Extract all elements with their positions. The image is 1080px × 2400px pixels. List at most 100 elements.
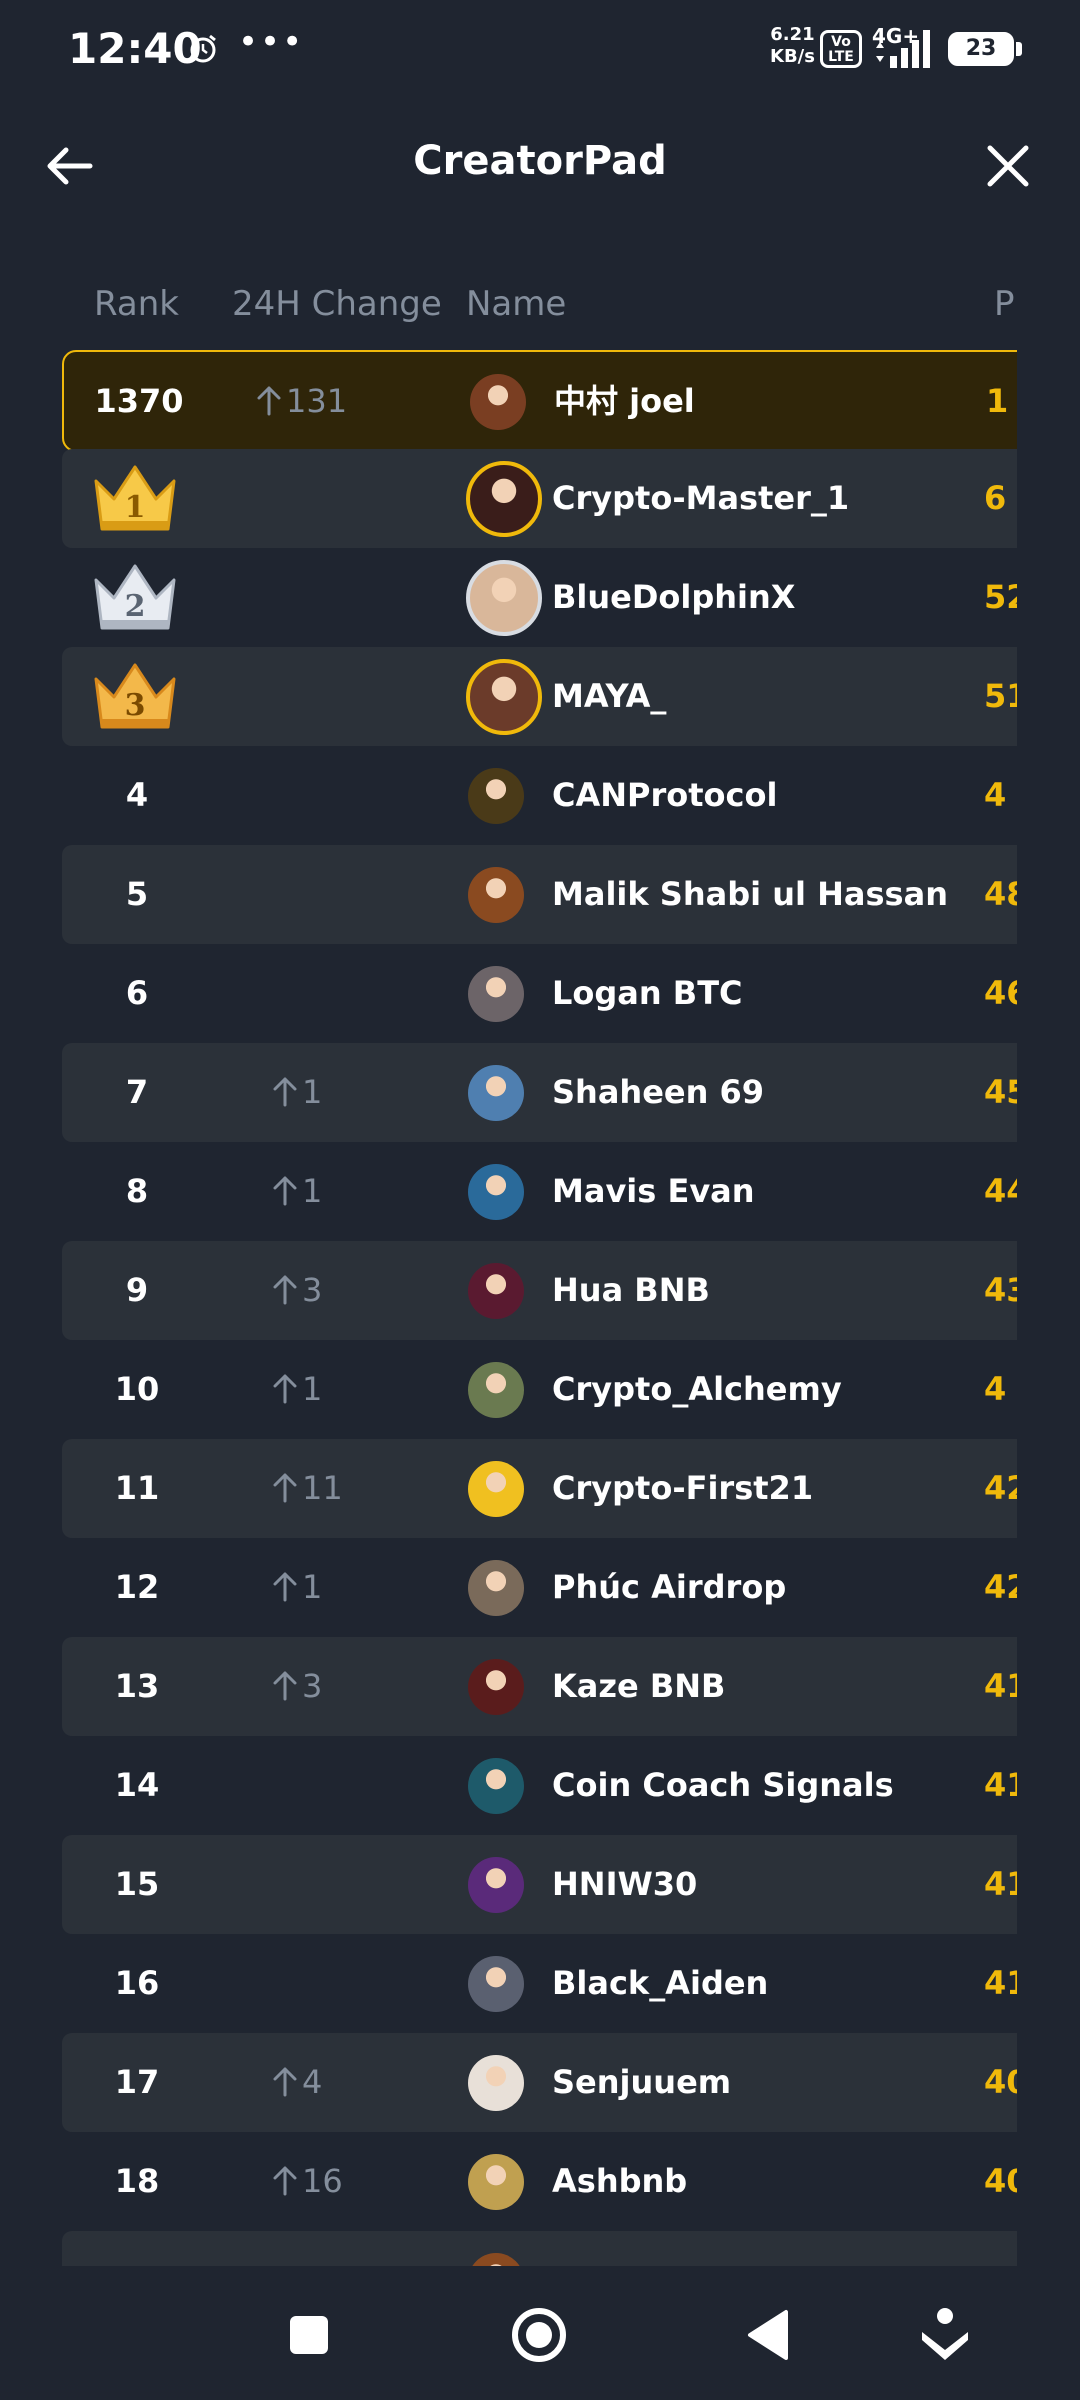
rank-change: 3: [272, 1241, 322, 1340]
rank-number: 12: [114, 1568, 160, 1606]
avatar[interactable]: [466, 461, 542, 537]
avatar[interactable]: [468, 1857, 524, 1913]
arrow-up-icon: [273, 1671, 297, 1701]
creator-name[interactable]: Malik Shabi ul Hassan: [552, 845, 948, 944]
rank-change: 4: [272, 2033, 322, 2132]
accessibility-icon[interactable]: [910, 2300, 980, 2370]
table-row[interactable]: 9 3 Hua BNB 43: [62, 1241, 1017, 1340]
creator-name[interactable]: Crypto-Master_1: [552, 449, 849, 548]
rank-change: 1: [272, 1043, 322, 1142]
rank-change: 3: [272, 1637, 322, 1736]
creator-name[interactable]: Logan BTC: [552, 944, 743, 1043]
battery-icon: 23: [948, 32, 1014, 66]
table-row[interactable]: 8 1 Mavis Evan 44: [62, 1142, 1017, 1241]
avatar[interactable]: [468, 2055, 524, 2111]
points-value: 46: [984, 974, 1017, 1012]
avatar[interactable]: [466, 560, 542, 636]
table-row[interactable]: 1 Crypto-Master_1 6: [62, 449, 1017, 548]
points-value: 41: [984, 1766, 1017, 1804]
avatar[interactable]: [468, 867, 524, 923]
rank-change-value: 1: [302, 1172, 323, 1210]
creator-name[interactable]: Kaze BNB: [552, 1637, 725, 1736]
rank-number: 7: [125, 1073, 149, 1111]
rank-number: 5: [125, 875, 149, 913]
close-icon[interactable]: [980, 138, 1036, 194]
creator-name[interactable]: Senjuuem: [552, 2033, 731, 2132]
square-icon[interactable]: [274, 2300, 344, 2370]
table-row[interactable]: 11 11 Crypto-First21 42: [62, 1439, 1017, 1538]
avatar[interactable]: [468, 1956, 524, 2012]
table-row[interactable]: 15 HNIW30 41: [62, 1835, 1017, 1934]
table-row[interactable]: [62, 2231, 1017, 2266]
avatar[interactable]: [470, 374, 526, 430]
creator-name[interactable]: Crypto-First21: [552, 1439, 813, 1538]
avatar[interactable]: [468, 768, 524, 824]
points-value: 1: [986, 382, 1009, 420]
table-row[interactable]: 18 16 Ashbnb 40: [62, 2132, 1017, 2231]
rank-number: 18: [114, 2162, 160, 2200]
speed-unit: KB/s: [770, 46, 815, 67]
avatar[interactable]: [468, 1263, 524, 1319]
avatar[interactable]: [468, 1065, 524, 1121]
leaderboard-table[interactable]: Rank 24H Change Name P 1370 131 中村 joel 1 1 C…: [62, 270, 1017, 2266]
rank-number: 17: [114, 2063, 160, 2101]
avatar[interactable]: [468, 2253, 524, 2266]
creator-name[interactable]: Shaheen 69: [552, 1043, 764, 1142]
avatar[interactable]: [468, 1758, 524, 1814]
table-row[interactable]: 16 Black_Aiden 41: [62, 1934, 1017, 2033]
rank-change-value: 16: [302, 2162, 343, 2200]
table-header: Rank 24H Change Name P: [62, 270, 1017, 340]
triangle-back-icon[interactable]: [734, 2300, 804, 2370]
table-row[interactable]: 5 Malik Shabi ul Hassan 48: [62, 845, 1017, 944]
creator-name[interactable]: Black_Aiden: [552, 1934, 768, 2033]
arrow-up-icon: [273, 1176, 297, 1206]
table-row[interactable]: 7 1 Shaheen 69 45: [62, 1043, 1017, 1142]
table-row[interactable]: 6 Logan BTC 46: [62, 944, 1017, 1043]
circle-icon[interactable]: [504, 2300, 574, 2370]
creator-name[interactable]: HNIW30: [552, 1835, 697, 1934]
rank-change: 131: [256, 352, 347, 451]
avatar[interactable]: [468, 1560, 524, 1616]
table-row[interactable]: 2 BlueDolphinX 52: [62, 548, 1017, 647]
creator-name[interactable]: Coin Coach Signals: [552, 1736, 894, 1835]
arrow-up-icon: [273, 1374, 297, 1404]
creator-name[interactable]: Phúc Airdrop: [552, 1538, 786, 1637]
rank-change-value: 1: [302, 1073, 323, 1111]
creator-name[interactable]: Ashbnb: [552, 2132, 687, 2231]
avatar[interactable]: [466, 659, 542, 735]
rank-number: 1370: [94, 382, 184, 420]
table-row[interactable]: 14 Coin Coach Signals 41: [62, 1736, 1017, 1835]
table-row[interactable]: 10 1 Crypto_Alchemy 4: [62, 1340, 1017, 1439]
avatar[interactable]: [468, 966, 524, 1022]
table-row[interactable]: 12 1 Phúc Airdrop 42: [62, 1538, 1017, 1637]
creator-name[interactable]: Hua BNB: [552, 1241, 710, 1340]
avatar[interactable]: [468, 1461, 524, 1517]
avatar[interactable]: [468, 1362, 524, 1418]
table-row[interactable]: 17 4 Senjuuem 40: [62, 2033, 1017, 2132]
avatar[interactable]: [468, 1164, 524, 1220]
table-row[interactable]: 4 CANProtocol 4: [62, 746, 1017, 845]
creator-name[interactable]: MAYA_: [552, 647, 666, 746]
points-value: 40: [984, 2162, 1017, 2200]
points-value: 44: [984, 1172, 1017, 1210]
rank-change-value: 131: [286, 382, 348, 420]
avatar[interactable]: [468, 1659, 524, 1715]
points-value: 42: [984, 1568, 1017, 1606]
rank-change-value: 1: [302, 1370, 323, 1408]
creator-name[interactable]: BlueDolphinX: [552, 548, 795, 647]
battery-level: 23: [965, 36, 997, 61]
creator-name[interactable]: Mavis Evan: [552, 1142, 755, 1241]
creator-name[interactable]: Crypto_Alchemy: [552, 1340, 842, 1439]
creator-name[interactable]: 中村 joel: [554, 352, 695, 451]
rank-number: 13: [114, 1667, 160, 1705]
table-row[interactable]: 13 3 Kaze BNB 41: [62, 1637, 1017, 1736]
page-title: CreatorPad: [413, 138, 667, 184]
points-value: 40: [984, 2063, 1017, 2101]
table-row[interactable]: 3 MAYA_ 51: [62, 647, 1017, 746]
my-rank-row[interactable]: 1370 131 中村 joel 1: [62, 350, 1017, 452]
avatar[interactable]: [468, 2154, 524, 2210]
column-name: Name: [466, 284, 567, 324]
creator-name[interactable]: CANProtocol: [552, 746, 777, 845]
app-header: CreatorPad: [0, 110, 1080, 220]
points-value: 4: [984, 776, 1007, 814]
